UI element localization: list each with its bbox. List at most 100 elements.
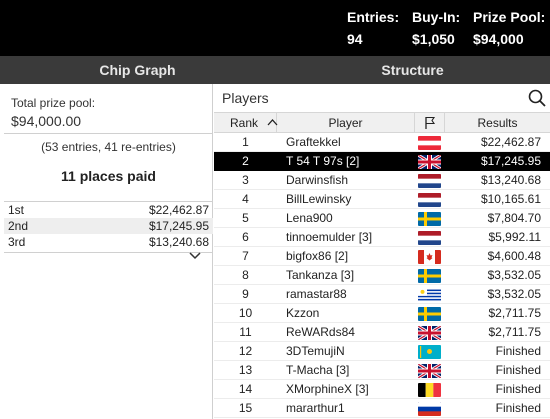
table-row[interactable]: 14 XMorphineX [3] Finished — [214, 380, 550, 399]
tab-strip: Chip Graph Structure — [0, 56, 550, 84]
player-result: $17,245.95 — [480, 154, 541, 168]
player-name: Kzzon — [286, 306, 320, 320]
player-rank: 5 — [242, 211, 249, 225]
player-name: T 54 T 97s [2] — [286, 154, 360, 168]
players-panel: Players Rank Player Results 1 Graftekkel $… — [214, 84, 550, 419]
table-row-selected[interactable]: 2 T 54 T 97s [2] $17,245.95 — [214, 152, 550, 171]
sweden-flag-icon — [418, 307, 441, 321]
table-row[interactable]: 15 mararthur1 Finished — [214, 399, 550, 418]
player-rank: 9 — [242, 287, 249, 301]
payout-row: 1st $22,462.87 — [4, 202, 213, 218]
table-row[interactable]: 12 3DTemujiN Finished — [214, 342, 550, 361]
payout-place: 2nd — [8, 219, 29, 233]
search-icon[interactable] — [528, 89, 546, 107]
prize-pool-stat: Prize Pool: $94,000 — [473, 9, 545, 47]
player-result: $3,532.05 — [487, 268, 541, 282]
prize-panel: Total prize pool: $94,000.00 (53 entries… — [0, 84, 213, 419]
table-row[interactable]: 11 ReWARds84 $2,711.75 — [214, 323, 550, 342]
player-result: $10,165.61 — [480, 192, 541, 206]
player-name: BillLewinsky — [286, 192, 352, 206]
column-header-player[interactable]: Player — [277, 113, 415, 133]
belgium-flag-icon — [418, 383, 441, 397]
total-prize-value: $94,000.00 — [11, 113, 82, 129]
buyin-stat: Buy-In: $1,050 — [412, 9, 460, 47]
uk-flag-icon — [418, 155, 441, 169]
player-name: mararthur1 — [286, 401, 345, 415]
canada-flag-icon — [418, 250, 441, 264]
player-result: $13,240.68 — [480, 173, 541, 187]
buyin-label: Buy-In: — [412, 9, 461, 25]
player-result: Finished — [495, 363, 541, 377]
player-rank: 7 — [242, 249, 249, 263]
buyin-value: $1,050 — [412, 31, 455, 47]
entries-breakdown: (53 entries, 41 re-entries) — [41, 140, 176, 154]
player-rank: 10 — [238, 306, 253, 320]
payout-list: 1st $22,462.87 2nd $17,245.95 3rd $13,24… — [4, 201, 213, 250]
payout-place: 3rd — [8, 235, 26, 249]
prize-pool-value: $94,000 — [473, 31, 524, 47]
column-header-results[interactable]: Results — [445, 113, 550, 133]
player-result: $4,600.48 — [487, 249, 541, 263]
player-result: $2,711.75 — [488, 306, 542, 320]
table-row[interactable]: 4 BillLewinsky $10,165.61 — [214, 190, 550, 209]
player-name: tinnoemulder [3] — [286, 230, 373, 244]
player-rank: 14 — [238, 382, 253, 396]
payout-row: 2nd $17,245.95 — [4, 218, 213, 234]
places-paid: 11 places paid — [61, 168, 156, 184]
payout-place: 1st — [8, 203, 25, 217]
tab-structure[interactable]: Structure — [275, 56, 550, 84]
players-title: Players — [222, 90, 269, 106]
player-rank: 11 — [239, 325, 252, 339]
table-row[interactable]: 10 Kzzon $2,711.75 — [214, 304, 550, 323]
player-rank: 4 — [242, 192, 249, 206]
kazakhstan-flag-icon — [418, 345, 441, 359]
payout-row: 3rd $13,240.68 — [4, 234, 213, 250]
player-rank: 2 — [242, 154, 249, 168]
table-row[interactable]: 5 Lena900 $7,804.70 — [214, 209, 550, 228]
uk-flag-icon — [418, 364, 441, 378]
entries-label: Entries: — [347, 9, 400, 25]
player-rank: 8 — [242, 268, 249, 282]
payout-amount: $17,245.95 — [148, 219, 209, 233]
player-name: Graftekkel — [286, 135, 341, 149]
total-prize-box: Total prize pool: $94,000.00 — [4, 92, 213, 142]
player-rank: 12 — [238, 344, 253, 358]
player-result: $22,462.87 — [480, 135, 541, 149]
player-name: T-Macha [3] — [286, 363, 350, 377]
table-row[interactable]: 3 Darwinsfish $13,240.68 — [214, 171, 550, 190]
player-name: ramastar88 — [286, 287, 347, 301]
player-name: bigfox86 [2] — [286, 249, 349, 263]
player-name: ReWARds84 — [286, 325, 355, 339]
russia-flag-icon — [418, 402, 441, 416]
table-row[interactable]: 1 Graftekkel $22,462.87 — [214, 133, 550, 152]
player-rank: 13 — [238, 363, 253, 377]
entries-value: 94 — [347, 31, 363, 47]
tab-chip-graph[interactable]: Chip Graph — [0, 56, 275, 84]
table-row[interactable]: 9 ramastar88 $3,532.05 — [214, 285, 550, 304]
table-row[interactable]: 13 T-Macha [3] Finished — [214, 361, 550, 380]
column-header-rank[interactable]: Rank — [214, 113, 278, 133]
player-result: $7,804.70 — [487, 211, 541, 225]
payout-amount: $13,240.68 — [148, 235, 209, 249]
netherlands-flag-icon — [418, 193, 441, 207]
player-result: $3,532.05 — [487, 287, 541, 301]
chevron-down-icon[interactable] — [188, 252, 202, 262]
netherlands-flag-icon — [418, 231, 441, 245]
divider — [4, 252, 213, 253]
table-row[interactable]: 7 bigfox86 [2] $4,600.48 — [214, 247, 550, 266]
prize-pool-label: Prize Pool: — [473, 9, 546, 25]
player-result: Finished — [495, 401, 541, 415]
player-name: 3DTemujiN — [286, 344, 345, 358]
table-row[interactable]: 8 Tankanza [3] $3,532.05 — [214, 266, 550, 285]
player-result: $5,992.11 — [488, 230, 542, 244]
flag-icon[interactable] — [415, 113, 445, 133]
player-name: Lena900 — [286, 211, 333, 225]
player-result: Finished — [495, 382, 541, 396]
divider — [4, 133, 213, 134]
player-name: Tankanza [3] — [286, 268, 355, 282]
rank-header-label: Rank — [230, 116, 259, 130]
austria-flag-icon — [418, 136, 441, 150]
entries-stat: Entries: 94 — [347, 9, 399, 47]
table-row[interactable]: 6 tinnoemulder [3] $5,992.11 — [214, 228, 550, 247]
netherlands-flag-icon — [418, 174, 441, 188]
